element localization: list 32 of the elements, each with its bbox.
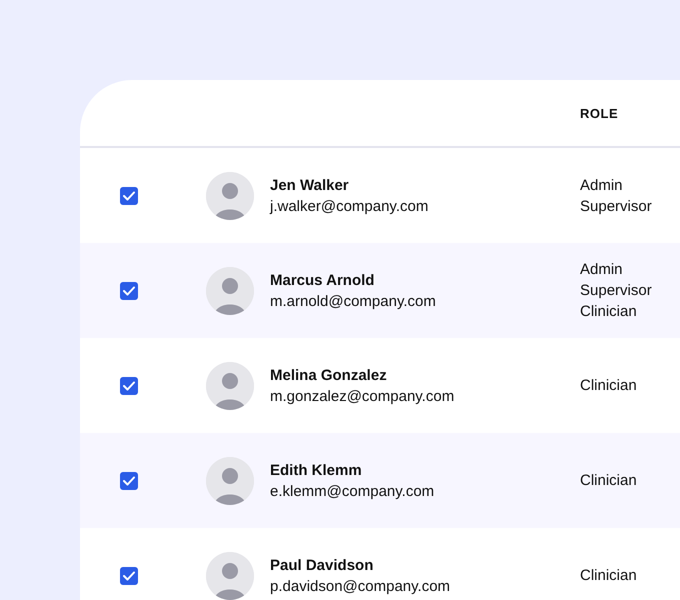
avatar-icon	[206, 552, 254, 600]
user-name: Paul Davidson	[270, 556, 374, 574]
role-label: Clinician	[580, 303, 638, 320]
check-icon	[123, 380, 135, 390]
user-name: Jen Walker	[270, 176, 350, 194]
user-email: m.gonzalez@company.com	[270, 388, 456, 404]
role-label: Admin	[580, 176, 624, 194]
user-name: Edith Klemm	[270, 462, 363, 478]
check-icon	[123, 190, 135, 200]
check-icon	[123, 476, 135, 486]
user-email: j.walker@company.com	[270, 198, 430, 214]
role-label: Supervisor	[580, 198, 653, 214]
role-label: Clinician	[580, 567, 638, 584]
user-email: m.arnold@company.com	[270, 292, 437, 310]
avatar-icon	[206, 172, 254, 220]
checkbox[interactable]	[120, 282, 138, 300]
role-label: Clinician	[580, 472, 638, 489]
checkbox[interactable]	[120, 186, 138, 204]
role-label: Supervisor	[580, 282, 653, 299]
user-email: e.klemm@company.com	[270, 482, 436, 500]
check-icon	[123, 570, 135, 580]
avatar-icon	[206, 362, 254, 410]
role-label: Admin	[580, 261, 624, 278]
column-header: ROLE	[580, 106, 620, 120]
role-label: Clinician	[580, 377, 638, 394]
user-name: Melina Gonzalez	[270, 366, 388, 384]
user-name: Marcus Arnold	[270, 272, 376, 288]
checkbox[interactable]	[120, 566, 138, 584]
checkbox[interactable]	[120, 376, 138, 394]
user-email: p.davidson@company.com	[270, 578, 452, 594]
check-icon	[123, 286, 135, 296]
checkbox[interactable]	[120, 472, 138, 490]
